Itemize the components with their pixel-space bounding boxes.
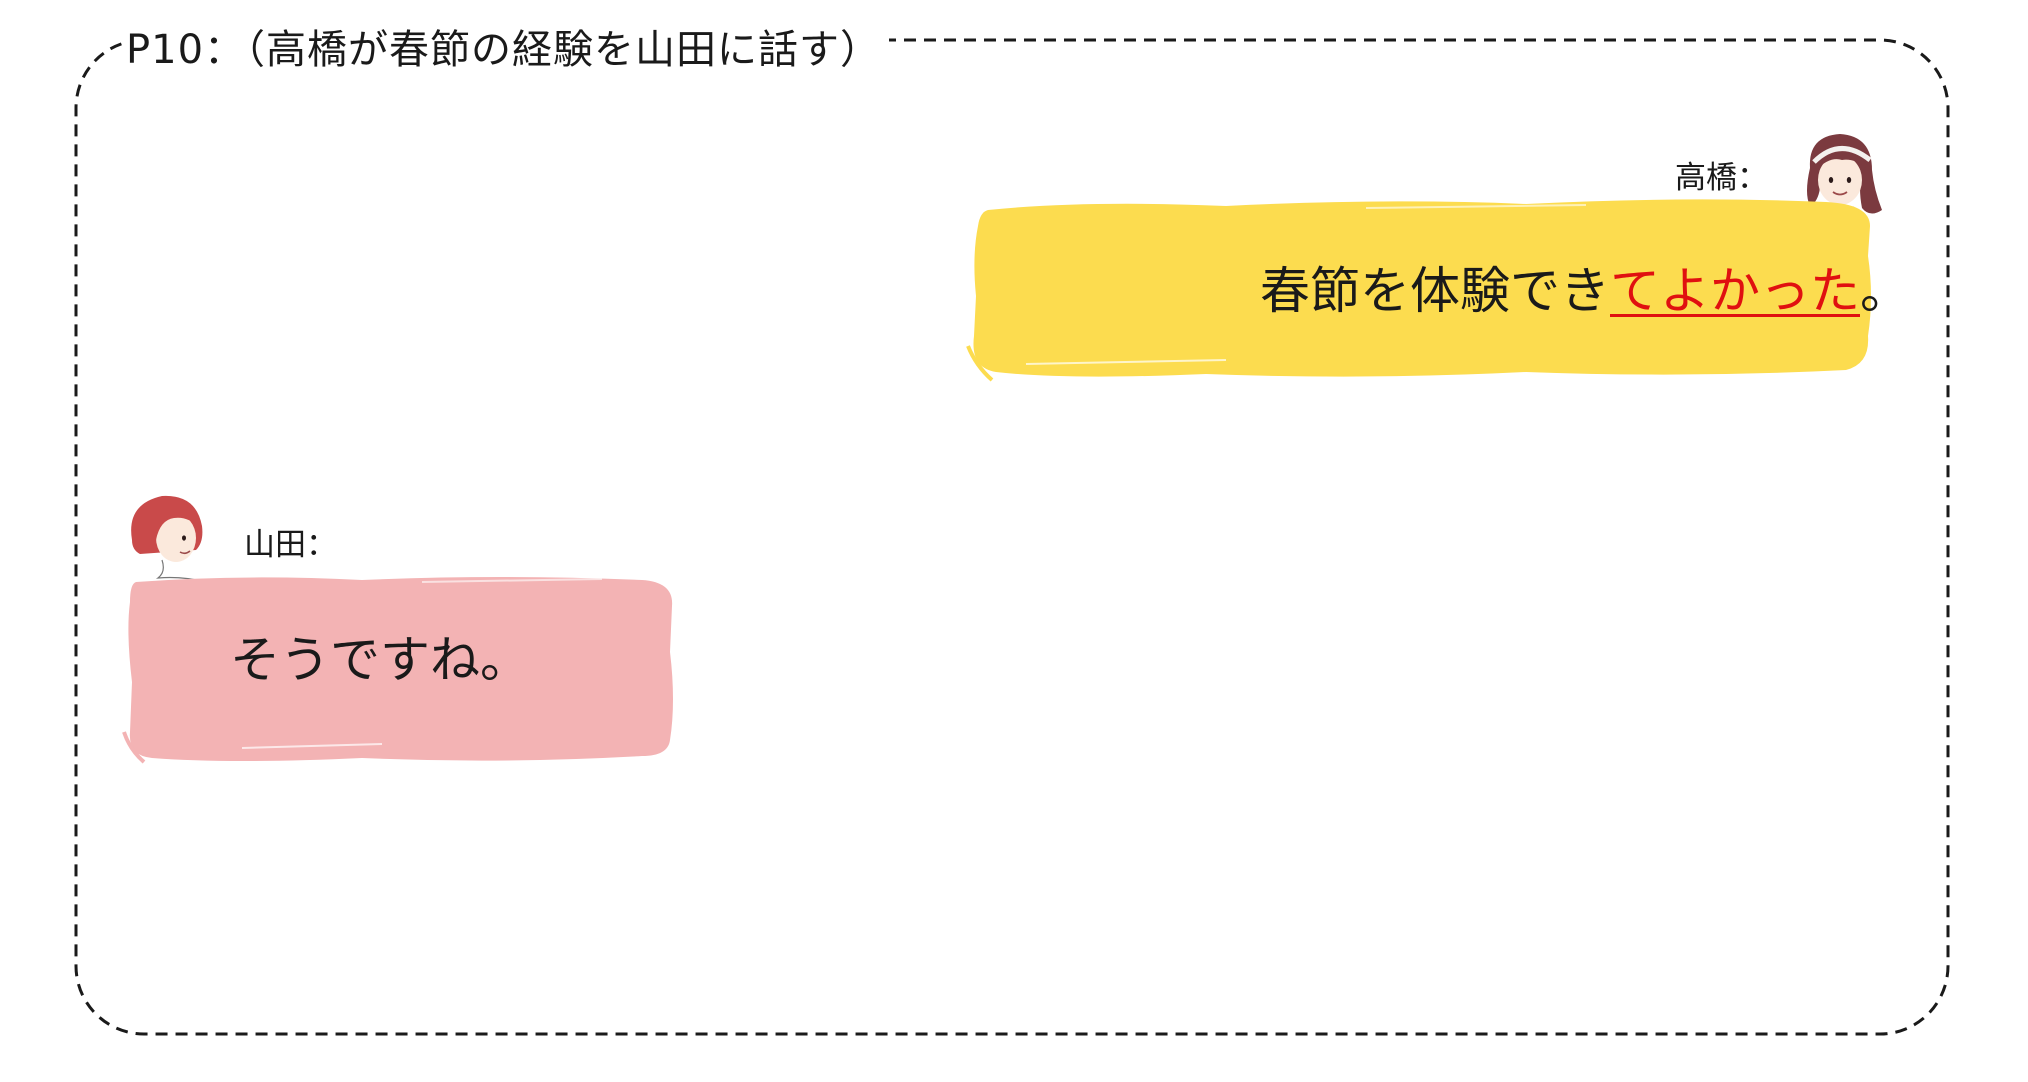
takahashi-line-before: 春節を体験でき	[1260, 262, 1610, 320]
yamada-speech-bubble: そうですね。	[122, 572, 678, 764]
takahashi-line-after: 。	[1860, 262, 1910, 320]
takahashi-name: 高橋：	[1675, 160, 1768, 196]
takahashi-speech-bubble: 春節を体験できてよかった。	[966, 196, 1910, 382]
slide-title: P10：（高橋が春節の経験を山田に話す）	[122, 22, 890, 78]
takahashi-line: 春節を体験できてよかった。	[1260, 259, 1910, 323]
yamada-avatar	[131, 495, 207, 582]
slide-page: P10：（高橋が春節の経験を山田に話す） 高橋： 春節を体験できてよかった。 山…	[0, 0, 2028, 1082]
yamada-name: 山田：	[244, 527, 337, 563]
yamada-line: そうですね。	[230, 631, 530, 689]
grammar-highlight: てよかった	[1610, 262, 1860, 320]
